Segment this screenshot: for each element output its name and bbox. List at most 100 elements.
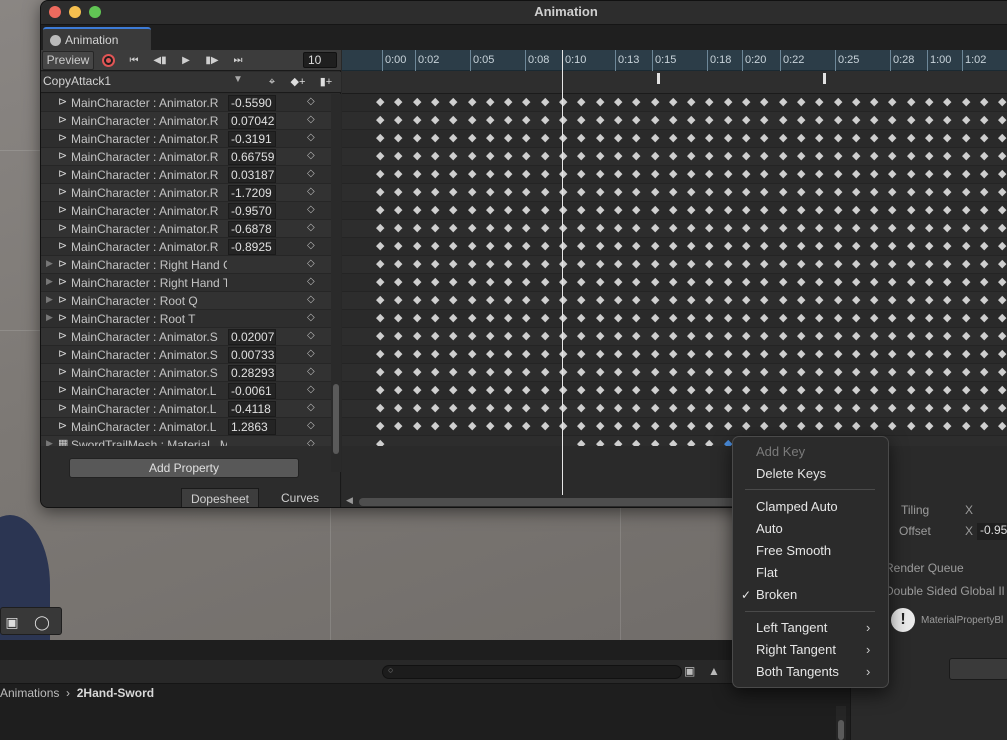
- keyframe-diamond[interactable]: ◆: [797, 113, 805, 126]
- keyframe-diamond[interactable]: ◆: [797, 239, 805, 252]
- keyframe-diamond[interactable]: ◆: [541, 185, 549, 198]
- keyframe-diamond[interactable]: ◆: [632, 347, 640, 360]
- keyframe-diamond[interactable]: ◆: [596, 203, 604, 216]
- keyframe-diamond[interactable]: ◆: [687, 257, 695, 270]
- keyframe-diamond[interactable]: ◆: [669, 419, 677, 432]
- keyframe-diamond[interactable]: ◆: [376, 131, 384, 144]
- keyframe-diamond[interactable]: ◆: [815, 167, 823, 180]
- keyframe-diamond[interactable]: ◆: [504, 203, 512, 216]
- keyframe-diamond[interactable]: ◆: [943, 275, 951, 288]
- keyframe-diamond[interactable]: ◆: [815, 149, 823, 162]
- keyframe-diamond[interactable]: ◆: [998, 149, 1006, 162]
- keyframe-diamond[interactable]: ◆: [468, 167, 476, 180]
- keyframe-diamond[interactable]: ◆: [632, 311, 640, 324]
- property-row[interactable]: ⊳ MainCharacter : Animator.L -0.4118 ◇: [41, 400, 331, 418]
- keyframe-diamond[interactable]: ◆: [449, 95, 457, 108]
- keyframe-diamond[interactable]: ◆: [742, 131, 750, 144]
- keyframe-diamond[interactable]: ◆: [815, 221, 823, 234]
- keyframe-diamond[interactable]: ◆: [486, 131, 494, 144]
- keyframe-diamond[interactable]: ◆: [486, 365, 494, 378]
- keyframe-diamond[interactable]: ◆: [907, 149, 915, 162]
- keyframe-diamond[interactable]: ◆: [394, 329, 402, 342]
- keyframe-diamond[interactable]: ◆: [413, 347, 421, 360]
- keyframe-diamond[interactable]: ◆: [651, 203, 659, 216]
- keyframe-diamond[interactable]: ◆: [907, 221, 915, 234]
- keyframe-diamond[interactable]: ◆: [577, 203, 585, 216]
- keyframe-diamond[interactable]: ◆: [431, 347, 439, 360]
- keyframe-diamond[interactable]: ◆: [394, 275, 402, 288]
- keyframe-diamond[interactable]: ◆: [449, 419, 457, 432]
- keyframe-diamond[interactable]: ◆: [449, 113, 457, 126]
- keyframe-diamond[interactable]: ◆: [522, 167, 530, 180]
- keyframe-diamond[interactable]: ◆: [834, 401, 842, 414]
- keyframe-diamond[interactable]: ◆: [943, 221, 951, 234]
- keyframe-diamond[interactable]: ◆: [486, 95, 494, 108]
- keyframe-diamond[interactable]: ◆: [504, 167, 512, 180]
- keyframe-diamond[interactable]: ◆: [888, 257, 896, 270]
- keyframe-track[interactable]: ◆ ◆ ◆ ◆ ◆ ◆ ◆ ◆ ◆ ◆: [342, 436, 1007, 446]
- keyframe-diamond[interactable]: ◆: [614, 167, 622, 180]
- menu-item-left-tangent[interactable]: Left Tangent ›: [733, 618, 888, 640]
- keyframe-diamond[interactable]: ◆: [376, 293, 384, 306]
- keyframe-diamond[interactable]: ◆: [724, 113, 732, 126]
- keyframe-diamond[interactable]: ◆: [998, 329, 1006, 342]
- keyframe-diamond[interactable]: ◆: [815, 329, 823, 342]
- keyframe-diamond[interactable]: ◆: [852, 347, 860, 360]
- keyframe-diamond[interactable]: ◆: [760, 419, 768, 432]
- keyframe-diamond[interactable]: ◆: [614, 365, 622, 378]
- keyframe-diamond[interactable]: ◆: [870, 95, 878, 108]
- keyframe-diamond[interactable]: ◆: [687, 365, 695, 378]
- keyframe-diamond[interactable]: ◆: [596, 149, 604, 162]
- keyframe-diamond[interactable]: ◆: [980, 419, 988, 432]
- keyframe-diamond[interactable]: ◆: [888, 365, 896, 378]
- keyframe-diamond[interactable]: ◆: [449, 275, 457, 288]
- keyframe-diamond[interactable]: ◆: [687, 185, 695, 198]
- keyframe-diamond[interactable]: ◆: [522, 365, 530, 378]
- keyframe-diamond[interactable]: ◆: [559, 329, 567, 342]
- keyframe-diamond[interactable]: ◆: [394, 185, 402, 198]
- keyframe-diamond[interactable]: ◆: [852, 275, 860, 288]
- keyframe-diamond[interactable]: ◆: [413, 95, 421, 108]
- timeline-scrollbar-thumb[interactable]: [359, 498, 739, 506]
- keyframe-diamond[interactable]: ◆: [413, 419, 421, 432]
- keyframe-diamond[interactable]: ◆: [632, 95, 640, 108]
- keyframe-diamond[interactable]: ◆: [779, 149, 787, 162]
- keyframe-diamond[interactable]: ◆: [559, 383, 567, 396]
- keyframe-diamond[interactable]: ◆: [742, 383, 750, 396]
- keyframe-diamond[interactable]: ◆: [834, 311, 842, 324]
- keyframe-diamond[interactable]: ◆: [486, 347, 494, 360]
- keyframe-diamond[interactable]: ◆: [504, 293, 512, 306]
- keyframe-diamond[interactable]: ◆: [468, 95, 476, 108]
- keyframe-diamond[interactable]: ◆: [632, 383, 640, 396]
- property-value-field[interactable]: 0.66759: [228, 149, 276, 165]
- keyframe-diamond[interactable]: ◆: [522, 95, 530, 108]
- keyframe-diamond[interactable]: ◆: [760, 347, 768, 360]
- keyframe-diamond[interactable]: ◆: [834, 419, 842, 432]
- keyframe-diamond[interactable]: ◆: [779, 185, 787, 198]
- keyframe-track[interactable]: ◆◆◆◆◆◆◆◆◆◆◆◆◆◆◆◆◆◆◆◆◆◆◆◆◆◆◆◆◆◆◆◆◆◆◆◆: [342, 418, 1007, 436]
- keyframe-diamond[interactable]: ◆: [468, 239, 476, 252]
- keyframe-diamond[interactable]: ◆: [449, 203, 457, 216]
- menu-item-right-tangent[interactable]: Right Tangent ›: [733, 640, 888, 662]
- keyframe-diamond[interactable]: ◆: [888, 113, 896, 126]
- keyframe-diamond[interactable]: ◆: [651, 401, 659, 414]
- keyframe-diamond[interactable]: ◆: [760, 365, 768, 378]
- scroll-left-icon[interactable]: ◀: [346, 495, 353, 506]
- keyframe-diamond[interactable]: ◆: [596, 257, 604, 270]
- keyframe-diamond[interactable]: ◆: [705, 419, 713, 432]
- keyframe-diamond[interactable]: ◆: [998, 239, 1006, 252]
- keyframe-diamond[interactable]: ◆: [577, 257, 585, 270]
- keyframe-diamond[interactable]: ◆: [742, 293, 750, 306]
- keyframe-diamond[interactable]: ◆: [669, 131, 677, 144]
- keyframe-diamond[interactable]: ◆: [504, 257, 512, 270]
- keyframe-diamond[interactable]: ◆: [760, 401, 768, 414]
- keyframe-diamond[interactable]: ◆: [705, 365, 713, 378]
- keyframe-diamond[interactable]: ◆: [907, 347, 915, 360]
- keyframe-diamond[interactable]: ◆: [980, 113, 988, 126]
- keyframe-diamond[interactable]: ◆: [522, 221, 530, 234]
- keyframe-diamond[interactable]: ◆: [925, 347, 933, 360]
- keyframe-diamond[interactable]: ◆: [943, 203, 951, 216]
- keyframe-diamond[interactable]: ◆: [669, 275, 677, 288]
- keyframe-diamond[interactable]: ◆: [962, 149, 970, 162]
- keyframe-diamond[interactable]: ◆: [925, 185, 933, 198]
